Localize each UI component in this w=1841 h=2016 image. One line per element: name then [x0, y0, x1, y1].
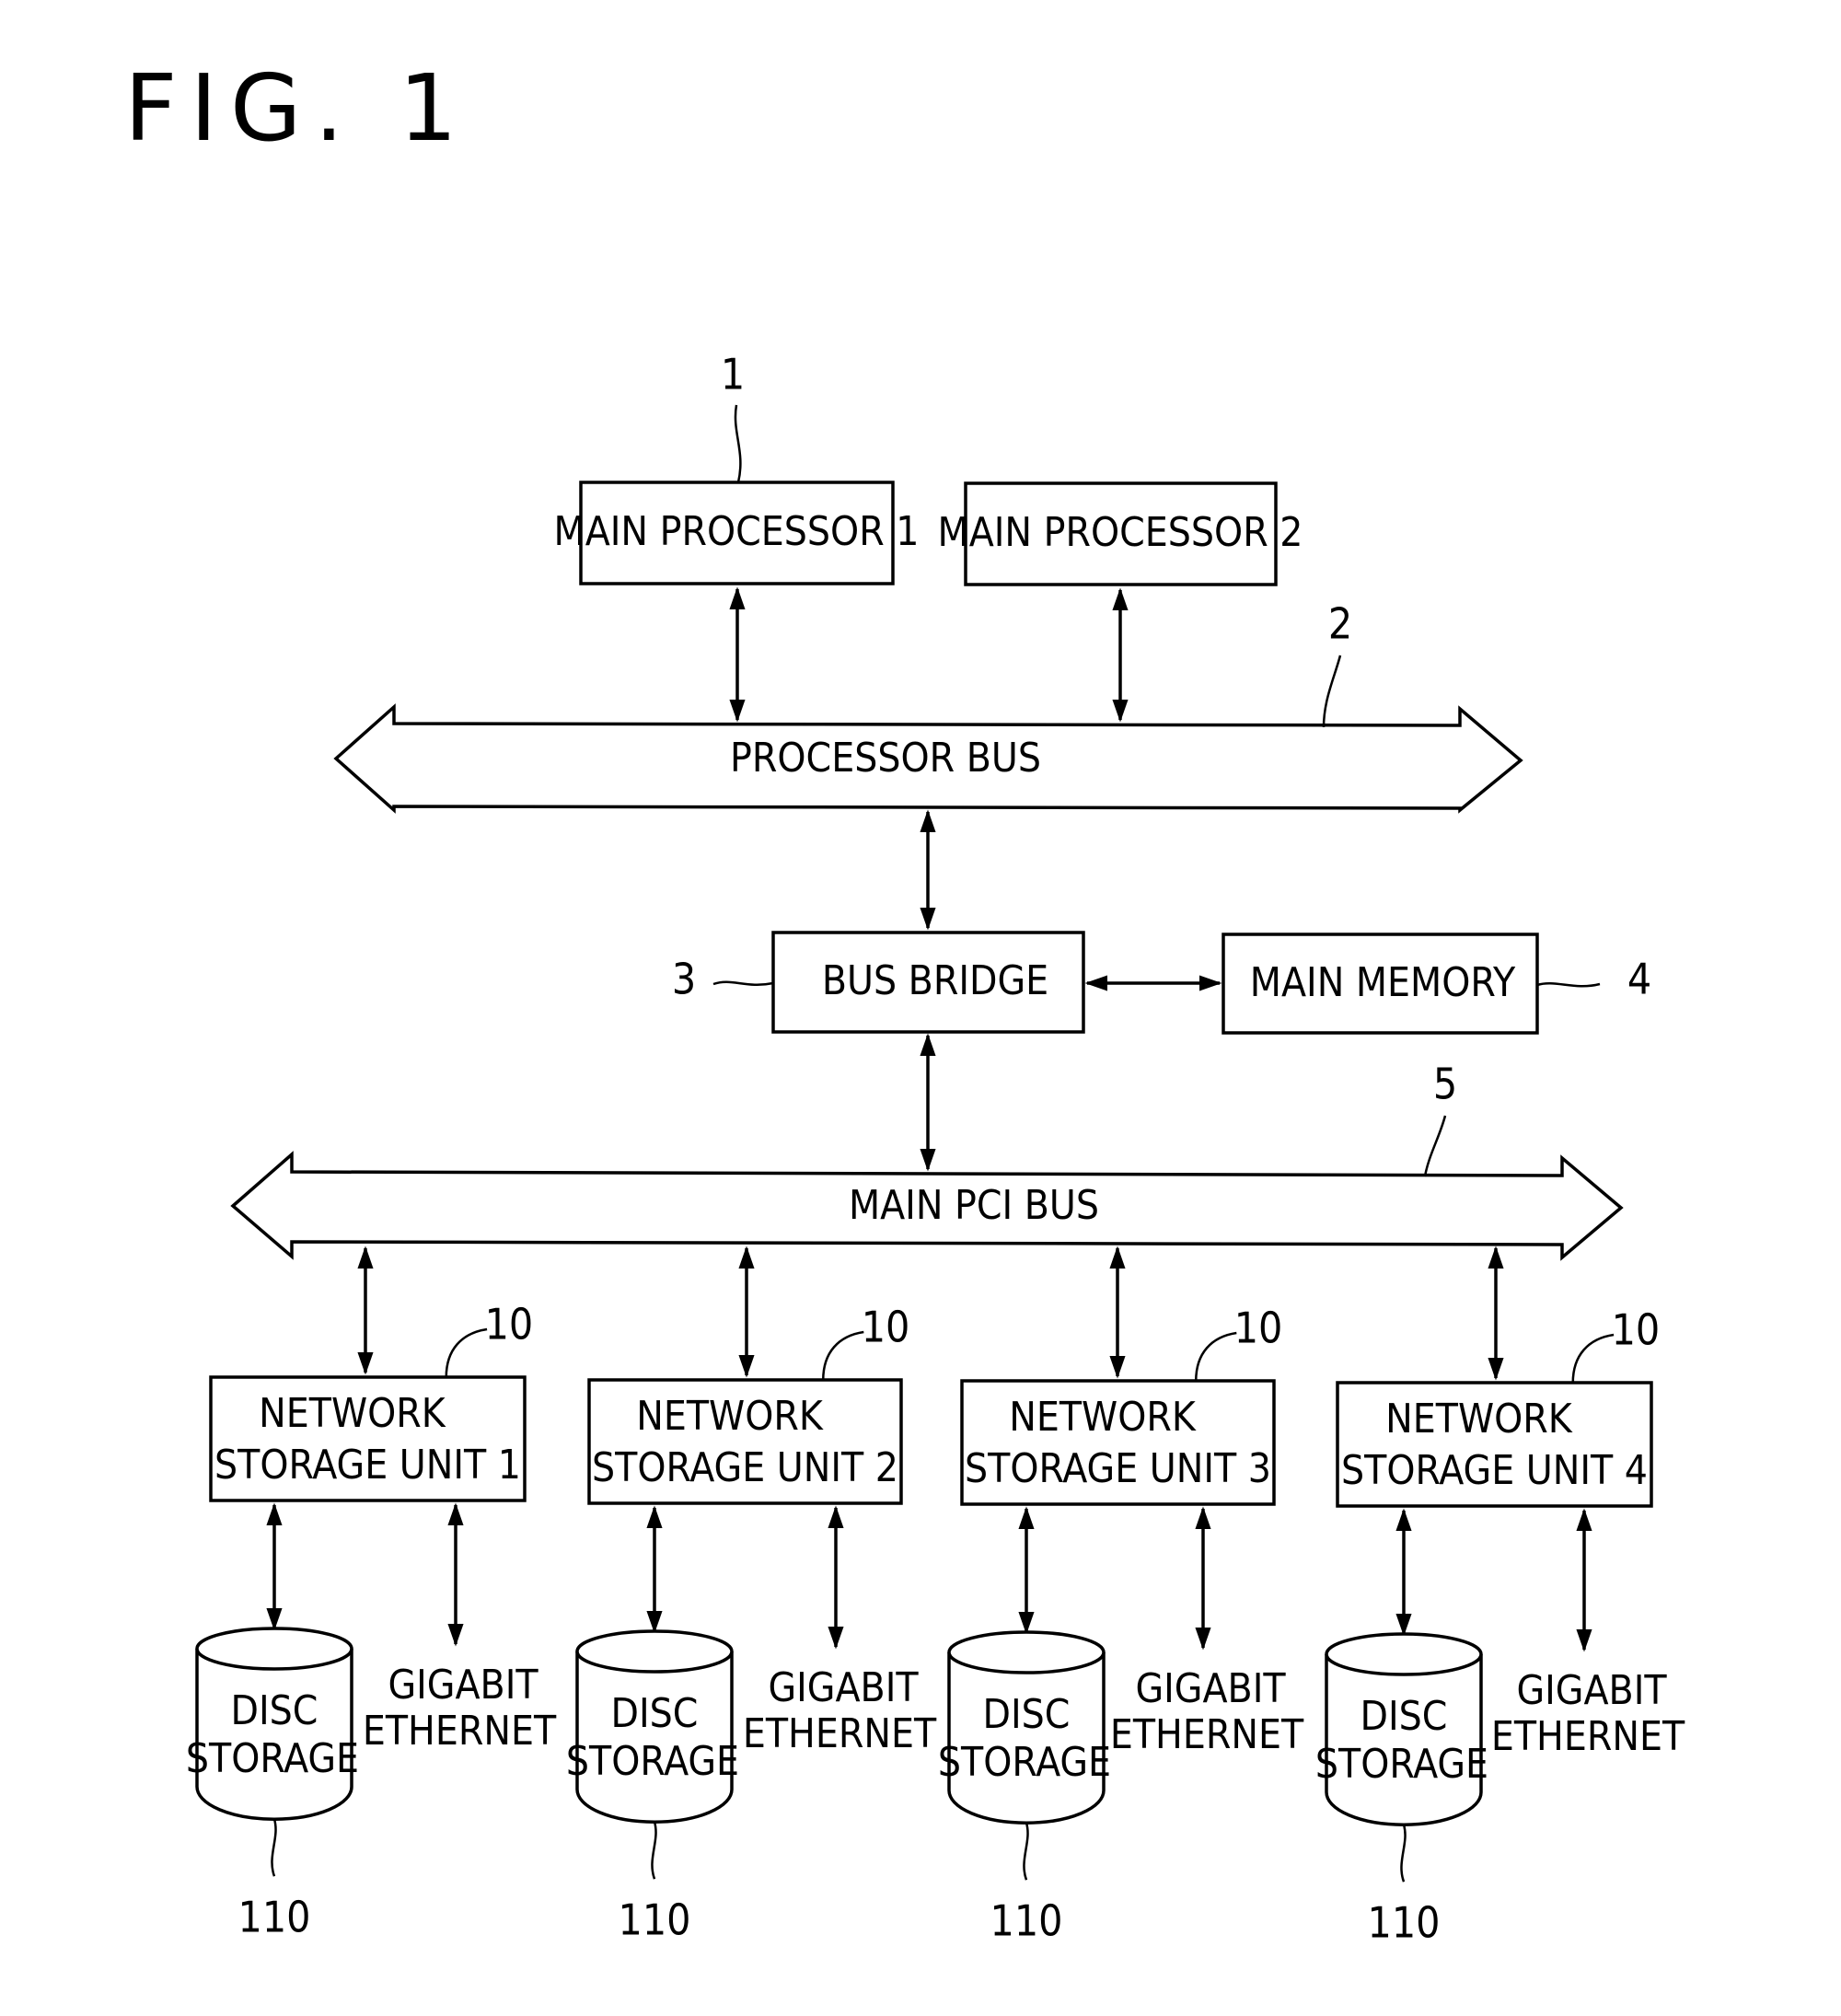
- gigabit-ethernet-label-line2: ETHERNET: [1110, 1711, 1304, 1758]
- disc-storage-4: DISCSTORAGE 110: [1315, 1632, 1488, 1948]
- disc-storage-label-line1: DISC: [231, 1687, 318, 1734]
- network-storage-unit-1-label-line1: NETWORK: [259, 1390, 446, 1437]
- bus-bridge: BUS BRIDGE: [771, 931, 1085, 1034]
- network-storage-unit-2-label-line2: STORAGE UNIT 2: [592, 1444, 898, 1491]
- ref-numeral-110: 110: [990, 1896, 1063, 1946]
- ref-numeral-110: 110: [1368, 1898, 1441, 1948]
- gigabit-ethernet-1: GIGABITETHERNET: [363, 1662, 557, 1755]
- disc-storage-label-line2: STORAGE: [186, 1735, 359, 1782]
- processor-bus: PROCESSOR BUS: [333, 703, 1523, 814]
- disc-storage-cylinder-top: [195, 1627, 353, 1671]
- gigabit-ethernet-3: GIGABITETHERNET: [1110, 1665, 1304, 1758]
- ref-numeral-10: 10: [1612, 1305, 1661, 1355]
- disc-storage-cylinder-top: [1325, 1632, 1483, 1676]
- network-storage-unit-4-label-line2: STORAGE UNIT 4: [1341, 1447, 1648, 1494]
- ref-numeral-3: 3: [672, 955, 696, 1004]
- disc-storage-label-line2: STORAGE: [938, 1739, 1111, 1786]
- leader-line-3: [712, 980, 774, 986]
- gigabit-ethernet-label-line1: GIGABIT: [1135, 1665, 1286, 1712]
- disc-storage-label-line2: STORAGE: [566, 1738, 739, 1785]
- system-block-diagram: FIG. 1 MAIN PROCESSOR 1 1 MAIN PROCESSOR…: [124, 54, 1685, 1948]
- gigabit-ethernet-label-line2: ETHERNET: [1491, 1713, 1685, 1760]
- main-pci-bus-label: MAIN PCI BUS: [849, 1182, 1099, 1229]
- figure-title: FIG. 1: [124, 54, 470, 162]
- leader-line-110: [1400, 1824, 1407, 1883]
- disc-storage-label-line1: DISC: [1360, 1693, 1448, 1740]
- leader-line-10: [1195, 1331, 1237, 1382]
- gigabit-ethernet-label-line2: ETHERNET: [743, 1710, 937, 1757]
- ref-numeral-1: 1: [721, 350, 745, 400]
- network-storage-unit-1: NETWORK STORAGE UNIT 1 10 DISCSTORAGE 110 GIG…: [186, 1246, 557, 1942]
- disc-storage-2: DISCSTORAGE 110: [566, 1629, 739, 1945]
- ref-numeral-4: 4: [1627, 955, 1651, 1004]
- main-pci-bus: MAIN PCI BUS: [230, 1151, 1624, 1261]
- network-storage-unit-4-label-line1: NETWORK: [1385, 1396, 1573, 1442]
- network-storage-unit-3-label-line2: STORAGE UNIT 3: [965, 1445, 1271, 1492]
- network-storage-unit-2-label-line1: NETWORK: [636, 1393, 824, 1440]
- ref-numeral-10: 10: [862, 1303, 910, 1352]
- disc-storage-1: DISCSTORAGE 110: [186, 1627, 359, 1942]
- gigabit-ethernet-label-line2: ETHERNET: [363, 1708, 557, 1755]
- leader-line-5: [1423, 1115, 1447, 1177]
- ref-numeral-10: 10: [485, 1300, 534, 1350]
- leader-line-4: [1536, 982, 1601, 988]
- ref-numeral-2: 2: [1328, 599, 1352, 649]
- processor-bus-label: PROCESSOR BUS: [730, 735, 1041, 782]
- main-memory-label: MAIN MEMORY: [1250, 959, 1516, 1006]
- leader-line-2: [1322, 655, 1342, 728]
- gigabit-ethernet-2: GIGABITETHERNET: [743, 1664, 937, 1757]
- leader-line-110: [651, 1821, 657, 1880]
- main-processor-2-label: MAIN PROCESSOR 2: [938, 509, 1303, 556]
- main-processor-2: MAIN PROCESSOR 2: [938, 481, 1303, 586]
- gigabit-ethernet-4: GIGABITETHERNET: [1491, 1667, 1685, 1760]
- gigabit-ethernet-label-line1: GIGABIT: [768, 1664, 919, 1711]
- bus-bridge-label: BUS BRIDGE: [822, 957, 1048, 1004]
- main-processor-1: MAIN PROCESSOR 1: [554, 481, 920, 585]
- leader-line-110: [271, 1818, 277, 1877]
- ref-numeral-110: 110: [238, 1893, 311, 1942]
- network-storage-unit-4: NETWORK STORAGE UNIT 4 10 DISCSTORAGE 110 GIG…: [1315, 1246, 1685, 1948]
- disc-storage-cylinder-top: [575, 1629, 734, 1674]
- storage-units: NETWORKSTORAGE UNIT 110DISCSTORAGE110GIG…: [186, 1246, 1685, 1948]
- gigabit-ethernet-label-line1: GIGABIT: [388, 1662, 538, 1709]
- ref-numeral-5: 5: [1433, 1060, 1457, 1109]
- leader-line-10: [445, 1327, 488, 1378]
- disc-storage-label-line1: DISC: [611, 1690, 699, 1737]
- gigabit-ethernet-label-line1: GIGABIT: [1516, 1667, 1667, 1714]
- network-storage-unit-2: NETWORKSTORAGE UNIT 2 10 DISCSTORAGE 110 GIG…: [566, 1246, 937, 1945]
- ref-numeral-10: 10: [1234, 1303, 1283, 1353]
- main-memory: MAIN MEMORY: [1222, 933, 1539, 1035]
- ref-numeral-110: 110: [619, 1895, 691, 1945]
- disc-storage-cylinder-top: [947, 1630, 1106, 1674]
- network-storage-unit-3-label-line1: NETWORK: [1009, 1394, 1197, 1441]
- leader-line-10: [822, 1330, 864, 1381]
- leader-line-1: [734, 404, 742, 483]
- disc-storage-label-line1: DISC: [983, 1691, 1071, 1738]
- main-processor-1-label: MAIN PROCESSOR 1: [554, 508, 920, 555]
- disc-storage-label-line2: STORAGE: [1315, 1741, 1488, 1788]
- leader-line-110: [1023, 1822, 1029, 1881]
- leader-line-10: [1571, 1333, 1615, 1384]
- network-storage-unit-3: NETWORKSTORAGE UNIT 3 10 DISCSTORAGE 110 GIG…: [938, 1246, 1304, 1946]
- disc-storage-3: DISCSTORAGE 110: [938, 1630, 1111, 1946]
- network-storage-unit-1-label-line2: STORAGE UNIT 1: [214, 1442, 521, 1489]
